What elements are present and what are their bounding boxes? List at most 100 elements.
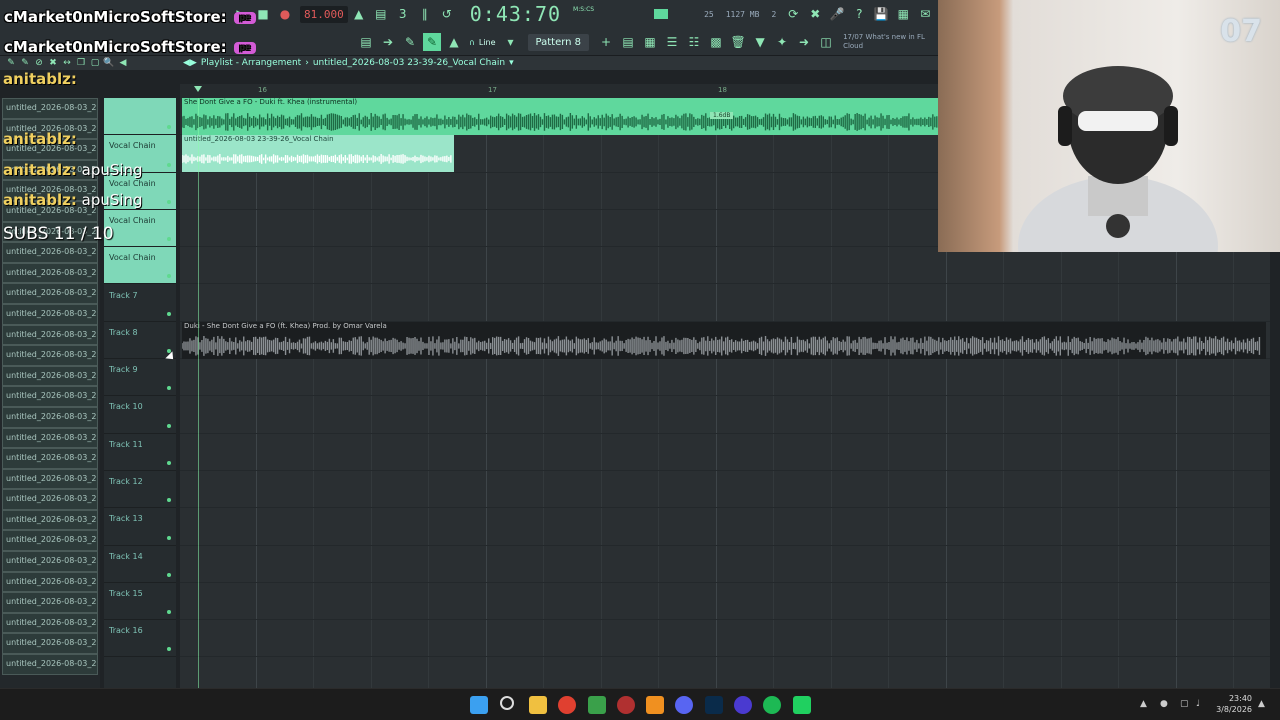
browser-clip-item[interactable]: untitled_2026-08-03_23 [2, 262, 98, 284]
track-enable-icon[interactable] [167, 162, 171, 167]
stop-button[interactable]: ■ [254, 5, 272, 23]
spotify-icon[interactable] [763, 696, 781, 714]
browser-clip-item[interactable]: untitled_2026-08-03_23 [2, 592, 98, 613]
search-icon[interactable] [500, 696, 514, 710]
stamp-icon[interactable]: ▲ [445, 33, 463, 51]
track-enable-icon[interactable] [167, 311, 171, 316]
full-song-clip[interactable]: Duki - She Dont Give a FO (ft. Khea) Pro… [182, 322, 1266, 359]
browser-clip-item[interactable]: untitled_2026-08-03_23 [2, 324, 98, 346]
playback-tool-icon[interactable]: ◀ [117, 57, 129, 69]
countdown-icon[interactable]: 3 [394, 5, 412, 23]
browser-clip-item[interactable]: untitled_2026-08-03_23 [2, 406, 98, 428]
grid-row[interactable] [180, 508, 1270, 546]
browser-clip-item[interactable]: untitled_2026-08-03_23 [2, 468, 98, 490]
browser-clip-item[interactable]: untitled_2026-08-03_23 [2, 530, 98, 552]
browser-clip-item[interactable]: untitled_2026-08-03_23 [2, 242, 98, 263]
browser-clip-item[interactable]: untitled_2026-08-03_23 [2, 489, 98, 510]
track-header[interactable]: Track 14 [104, 546, 176, 583]
tray-display-icon[interactable]: ▢ [1180, 699, 1190, 709]
zoom-icon[interactable]: ➜ [795, 33, 813, 51]
track-enable-icon[interactable] [167, 535, 171, 540]
wait-icon[interactable]: ▤ [372, 5, 390, 23]
select-tool-icon[interactable]: ▢ [89, 57, 101, 69]
tray-mic-icon[interactable]: ● [1160, 699, 1170, 709]
fl-studio-icon[interactable] [646, 696, 664, 714]
track-enable-icon[interactable] [167, 125, 171, 130]
browser-clip-item[interactable]: untitled_2026-08-03_23 [2, 509, 98, 531]
mute-tool-icon[interactable]: ✖ [47, 57, 59, 69]
browser-clip-item[interactable]: untitled_2026-08-03_23 [2, 551, 98, 572]
grid-row[interactable] [180, 471, 1270, 509]
track-enable-icon[interactable] [167, 237, 171, 242]
track-enable-icon[interactable] [167, 610, 171, 615]
blend-icon[interactable]: ∥ [416, 5, 434, 23]
slip-icon[interactable]: ✦ [773, 33, 791, 51]
delete-tool-icon[interactable]: ⊘ [33, 57, 45, 69]
browser-clip-item[interactable]: untitled_2026-08-03_23 [2, 283, 98, 304]
arrow-icon[interactable]: ➔ [379, 33, 397, 51]
playlist-nav-icon[interactable]: ◀▶ [183, 58, 197, 68]
record-button[interactable]: ● [276, 5, 294, 23]
track-header[interactable]: Track 15 [104, 583, 176, 621]
tools-icon[interactable]: ✖ [806, 5, 824, 23]
file-explorer-icon[interactable] [529, 696, 547, 714]
track-enable-icon[interactable] [167, 460, 171, 465]
save-icon[interactable]: 💾 [872, 5, 890, 23]
chrome-icon[interactable] [558, 696, 576, 714]
track-header[interactable]: Track 12 [104, 471, 176, 509]
zoom-tool-icon[interactable]: 🔍 [103, 57, 115, 69]
pattern-selector[interactable]: Pattern 8 [527, 33, 590, 51]
slip-tool-icon[interactable]: ↔ [61, 57, 73, 69]
grid-row[interactable] [180, 396, 1270, 434]
browser-clip-item[interactable]: untitled_2026-08-03_23 [2, 633, 98, 655]
browser-clip-item[interactable]: untitled_2026-08-03_23 [2, 303, 98, 325]
start-icon[interactable] [470, 696, 488, 714]
browser-clip-item[interactable]: untitled_2026-08-03_23 [2, 571, 98, 593]
grid-row[interactable] [180, 583, 1270, 621]
tray-chevron-icon[interactable]: ▲ [1140, 699, 1150, 709]
plugin-picker-icon[interactable]: ▩ [707, 33, 725, 51]
delete-icon[interactable]: 🗑 [729, 33, 747, 51]
notification-icon[interactable]: ▲ [1258, 699, 1268, 709]
song-position-display[interactable]: 0:43:70 [470, 2, 561, 26]
browser-clip-item[interactable]: untitled_2026-08-03_23 [2, 427, 98, 449]
pencil-icon[interactable]: ✎ [5, 57, 17, 69]
plugin-icon[interactable]: ▦ [894, 5, 912, 23]
project-dropdown-icon[interactable]: ▾ [509, 58, 514, 68]
grid-row[interactable] [180, 359, 1270, 397]
obs-icon[interactable] [617, 696, 635, 714]
vivaldi-icon[interactable] [734, 696, 752, 714]
snap-dropdown-icon[interactable]: ▾ [502, 33, 520, 51]
vocal-chain-clip[interactable]: untitled_2026-08-03 23-39-26_Vocal Chain [182, 135, 454, 172]
refresh-icon[interactable]: ⟳ [784, 5, 802, 23]
mute-icon[interactable]: ▼ [751, 33, 769, 51]
channel-rack-icon[interactable]: ▦ [641, 33, 659, 51]
track-enable-icon[interactable] [167, 423, 171, 428]
mixer-icon[interactable]: ▤ [619, 33, 637, 51]
grid-row[interactable] [180, 620, 1270, 658]
grid-row[interactable] [180, 247, 1270, 285]
help-icon[interactable]: ? [850, 5, 868, 23]
track-enable-icon[interactable] [167, 498, 171, 503]
magnet-icon[interactable]: ∩ [469, 38, 475, 47]
browser-icon[interactable]: ☷ [685, 33, 703, 51]
tempo-display[interactable]: 81.000 [300, 5, 348, 23]
track-header[interactable]: Track 9 [104, 359, 176, 397]
track-enable-icon[interactable] [167, 647, 171, 652]
track-header[interactable]: Track 7 [104, 285, 176, 322]
playhead-marker[interactable] [194, 86, 202, 92]
minecraft-icon[interactable] [588, 696, 606, 714]
browser-clip-item[interactable]: untitled_2026-08-03_23 [2, 448, 98, 469]
browser-clip-item[interactable]: untitled_2026-08-03_23 [2, 98, 98, 119]
track-enable-icon[interactable] [167, 199, 171, 204]
track-header[interactable]: Vocal Chain [104, 247, 176, 285]
track-enable-icon[interactable] [167, 274, 171, 279]
discord-icon[interactable] [675, 696, 693, 714]
track-enable-icon[interactable] [167, 572, 171, 577]
brush-icon[interactable]: ✎ [19, 57, 31, 69]
mic-icon[interactable]: 🎤 [828, 5, 846, 23]
track-header[interactable]: Track 16 [104, 620, 176, 658]
piano-roll-icon[interactable]: ☰ [663, 33, 681, 51]
app-icon[interactable] [793, 696, 811, 714]
draw-icon[interactable]: ✎ [401, 33, 419, 51]
